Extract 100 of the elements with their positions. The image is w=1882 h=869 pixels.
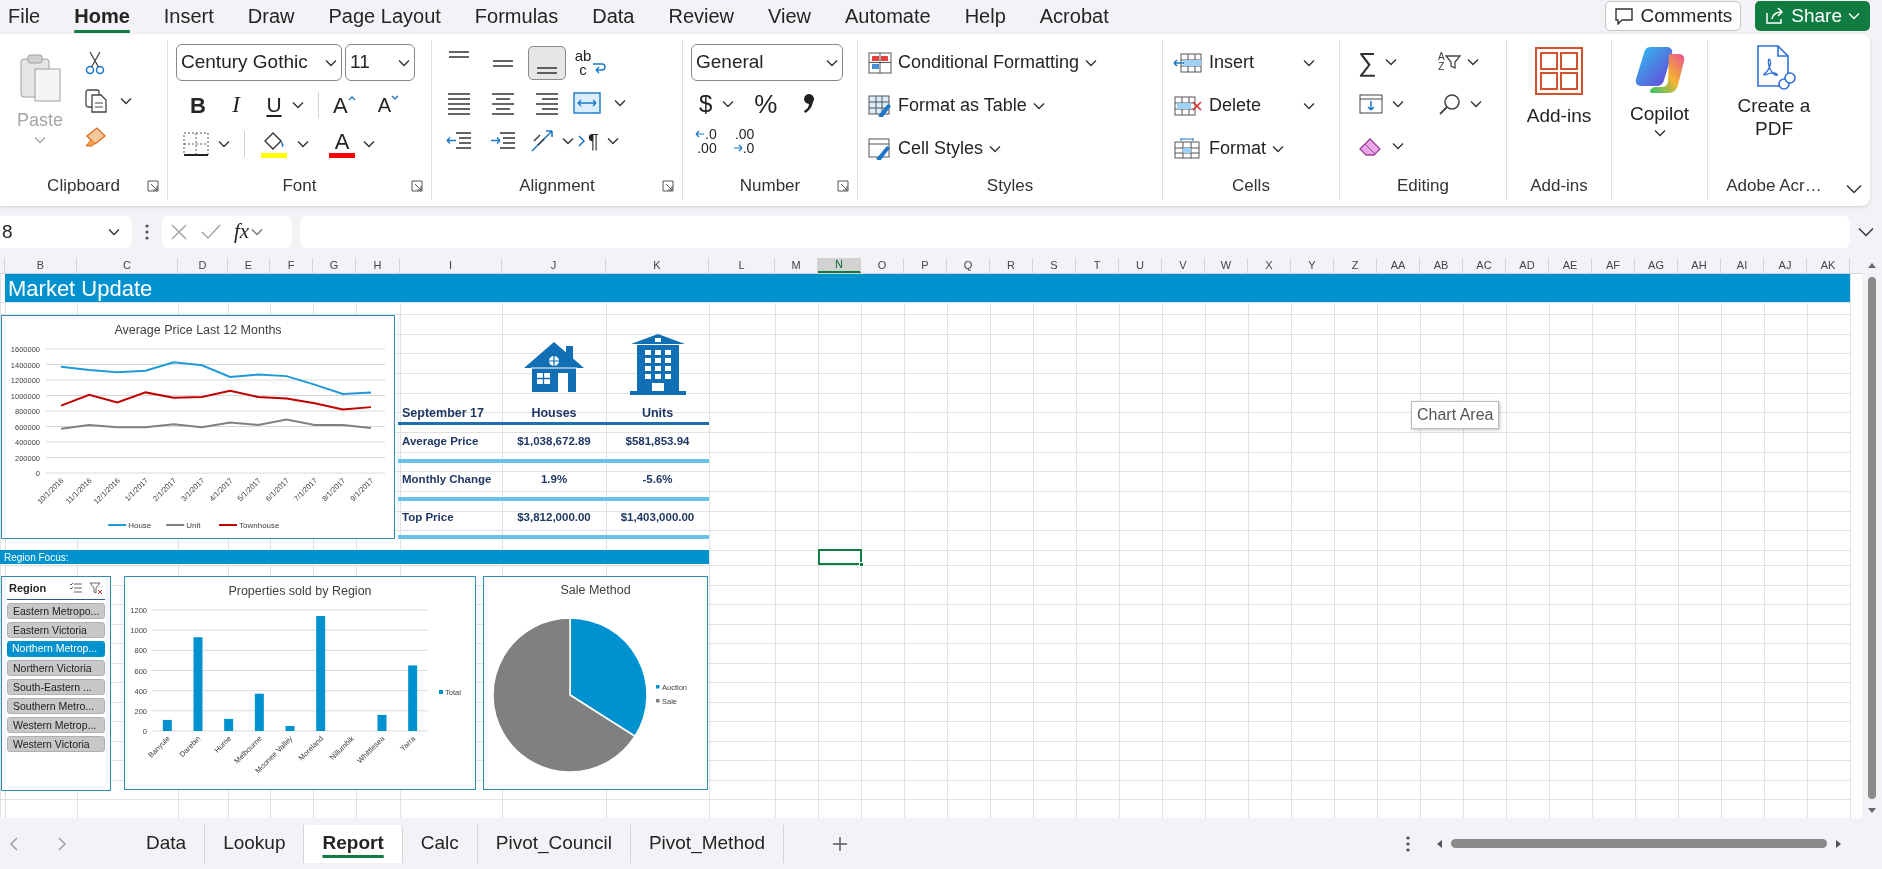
column-header[interactable]: AF xyxy=(1592,258,1635,273)
insert-function-button[interactable]: fx xyxy=(234,216,264,248)
slicer-item[interactable]: Eastern Victoria xyxy=(7,621,105,638)
slicer-item[interactable]: Northern Victoria xyxy=(7,659,105,676)
ribbon-tab[interactable]: File xyxy=(0,0,58,32)
sheet-tab[interactable]: Pivot_Method xyxy=(630,824,785,863)
sort-filter-button[interactable]: A Z xyxy=(1438,52,1461,72)
number-format-dropdown[interactable]: General xyxy=(691,44,843,81)
column-header[interactable]: C xyxy=(77,258,178,273)
column-header[interactable]: O xyxy=(861,258,904,273)
dialog-launcher-button[interactable] xyxy=(662,180,674,192)
dropdown-button[interactable] xyxy=(1303,101,1315,110)
percent-button[interactable]: % xyxy=(754,84,778,124)
dropdown-button[interactable] xyxy=(1466,58,1479,66)
column-header[interactable]: N xyxy=(818,258,861,273)
italic-button[interactable]: I xyxy=(224,87,248,123)
styles-menu-button[interactable]: Format as Table xyxy=(868,87,1045,124)
dropdown-button[interactable] xyxy=(562,137,574,145)
horizontal-scrollbar-thumb[interactable] xyxy=(1451,839,1827,848)
slicer-item[interactable]: Western Metrop... xyxy=(7,716,105,733)
column-header[interactable]: X xyxy=(1248,258,1291,273)
sheet-tab[interactable]: Data xyxy=(128,824,206,863)
ribbon-tab[interactable]: Review xyxy=(651,0,752,32)
column-header[interactable]: AD xyxy=(1506,258,1549,273)
column-header[interactable]: F xyxy=(270,258,313,273)
dropdown-button[interactable] xyxy=(722,100,735,108)
column-header[interactable]: J xyxy=(502,258,606,273)
copilot-button[interactable]: Copilot xyxy=(1629,44,1690,137)
fill-button[interactable] xyxy=(1358,92,1384,116)
dialog-launcher-button[interactable] xyxy=(411,180,423,192)
column-header[interactable]: Y xyxy=(1291,258,1334,273)
ribbon-tab[interactable]: Formulas xyxy=(457,0,576,32)
font-name-dropdown[interactable]: Century Gothic xyxy=(176,44,342,81)
borders-button[interactable] xyxy=(182,131,210,157)
ribbon-tab[interactable]: Insert xyxy=(146,0,231,32)
dropdown-button[interactable] xyxy=(1470,100,1482,108)
column-header[interactable]: V xyxy=(1162,258,1205,273)
multi-select-button[interactable] xyxy=(69,582,83,595)
column-header[interactable]: T xyxy=(1076,258,1119,273)
ribbon-tab[interactable]: Page Layout xyxy=(311,0,458,32)
ribbon-tab[interactable]: Acrobat xyxy=(1022,0,1126,32)
dropdown-button[interactable] xyxy=(363,140,375,148)
name-box[interactable]: 8 xyxy=(0,216,132,248)
scroll-down-button[interactable] xyxy=(1867,807,1877,814)
ribbon-tab[interactable]: Data xyxy=(575,0,652,32)
text-direction-button[interactable]: ¶ xyxy=(578,126,599,156)
collapse-ribbon-button[interactable] xyxy=(1846,184,1862,194)
expand-formula-button[interactable] xyxy=(1858,227,1874,237)
cells-menu-button[interactable]: Delete xyxy=(1173,92,1262,119)
ribbon-tab[interactable]: Home xyxy=(57,0,147,32)
comments-button[interactable]: Comments xyxy=(1605,1,1742,31)
cells-menu-button[interactable]: Format xyxy=(1173,135,1266,162)
column-header[interactable]: AA xyxy=(1377,258,1420,273)
slicer-item[interactable]: Southern Metro... xyxy=(7,697,105,714)
selected-cell[interactable] xyxy=(818,549,862,565)
font-size-dropdown[interactable]: 11 xyxy=(345,44,415,81)
scroll-right-button[interactable] xyxy=(1835,838,1842,849)
next-sheet-button[interactable] xyxy=(58,836,66,851)
ribbon-tab[interactable]: Automate xyxy=(828,0,948,32)
column-header[interactable]: AB xyxy=(1420,258,1463,273)
line-chart[interactable] xyxy=(1,315,395,539)
column-header[interactable]: H xyxy=(356,258,400,273)
dialog-launcher-button[interactable] xyxy=(837,180,849,192)
dropdown-button[interactable] xyxy=(1392,100,1404,108)
clear-filter-button[interactable] xyxy=(89,581,103,595)
column-header[interactable]: S xyxy=(1033,258,1076,273)
column-header[interactable]: P xyxy=(904,258,947,273)
copy-button[interactable] xyxy=(84,88,108,114)
dropdown-button[interactable] xyxy=(120,97,132,105)
more-sheets-button[interactable] xyxy=(1406,835,1410,852)
dropdown-button[interactable] xyxy=(1392,142,1404,150)
column-header[interactable]: R xyxy=(990,258,1033,273)
column-header[interactable]: AC xyxy=(1463,258,1506,273)
scroll-left-button[interactable] xyxy=(1436,838,1443,849)
slicer-item[interactable]: Eastern Metropo... xyxy=(7,602,105,619)
column-header[interactable]: AI xyxy=(1721,258,1764,273)
dropdown-button[interactable] xyxy=(292,101,304,109)
share-button[interactable]: Share xyxy=(1755,1,1870,31)
autosum-button[interactable]: ∑ xyxy=(1358,42,1377,82)
dropdown-button[interactable] xyxy=(614,99,626,107)
grow-font-button[interactable]: A xyxy=(333,88,356,122)
column-header[interactable]: Q xyxy=(947,258,990,273)
scrollbar-thumb[interactable] xyxy=(1868,277,1876,799)
increase-decimal-button[interactable]: .0 .00 xyxy=(695,127,717,155)
dropdown-button[interactable] xyxy=(218,140,230,148)
font-color-button[interactable]: A xyxy=(329,130,355,158)
underline-button[interactable]: U xyxy=(262,89,286,121)
scroll-up-button[interactable] xyxy=(1867,262,1877,269)
column-header[interactable]: D xyxy=(178,258,228,273)
column-header[interactable]: Z xyxy=(1334,258,1377,273)
column-header[interactable]: AK xyxy=(1807,258,1850,273)
dropdown-button[interactable] xyxy=(606,137,619,145)
ribbon-tab[interactable]: Draw xyxy=(230,0,312,32)
currency-button[interactable]: $ xyxy=(699,86,713,122)
column-header[interactable]: K xyxy=(606,258,709,273)
column-header[interactable]: I xyxy=(400,258,502,273)
add-sheet-button[interactable] xyxy=(832,835,849,852)
column-header[interactable]: AJ xyxy=(1764,258,1807,273)
column-header[interactable]: AE xyxy=(1549,258,1592,273)
dropdown-button[interactable] xyxy=(1384,58,1397,66)
